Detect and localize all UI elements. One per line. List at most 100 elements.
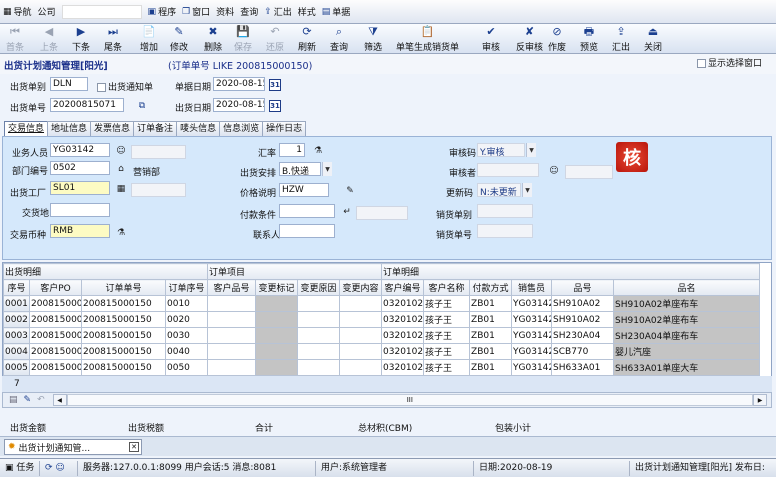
factory-input[interactable]: SL01: [50, 181, 110, 195]
audit-button[interactable]: ✔ 审核: [482, 25, 500, 54]
menu-summary[interactable]: ⇪ 汇出: [264, 5, 292, 19]
copy-icon[interactable]: ⧉: [136, 100, 148, 112]
table-cell[interactable]: 03201025: [381, 327, 425, 344]
void-button[interactable]: ⊘ 作废: [548, 25, 566, 54]
checkbox-box[interactable]: [97, 83, 106, 92]
table-cell[interactable]: 孩子王: [423, 359, 471, 376]
table-cell[interactable]: YG03142: [511, 295, 553, 312]
menu-company[interactable]: 公司: [38, 5, 56, 18]
table-cell[interactable]: SH910A02单座布车: [613, 295, 761, 312]
table-cell[interactable]: 0010: [164, 295, 209, 312]
table-cell[interactable]: 孩子王: [423, 311, 471, 328]
table-cell[interactable]: [255, 327, 299, 344]
menu-single[interactable]: ▤ 单据: [322, 5, 351, 19]
table-cell[interactable]: ZB01: [469, 327, 513, 344]
table-cell[interactable]: 03201025: [381, 295, 425, 312]
column-header[interactable]: 品名: [613, 279, 761, 296]
table-cell[interactable]: [207, 359, 257, 376]
audit-code-input[interactable]: Y.审核: [477, 143, 525, 157]
filter-button[interactable]: ⧩ 筛选: [364, 25, 382, 54]
ship-type-input[interactable]: DLN: [50, 77, 88, 91]
undo-icon[interactable]: ↶: [37, 395, 45, 405]
tab-3[interactable]: 订单备注: [133, 121, 178, 136]
dept-icon[interactable]: ⌂: [115, 163, 127, 175]
ship-no-input[interactable]: 20200815071: [50, 98, 124, 112]
factory-icon[interactable]: ▦: [115, 183, 127, 195]
table-cell[interactable]: SH230A04单座布车: [613, 327, 761, 344]
table-cell[interactable]: [255, 359, 299, 376]
menu-window[interactable]: ❐ 窗口: [182, 5, 210, 19]
ship-arrange-input[interactable]: B.快递: [279, 162, 321, 176]
column-header[interactable]: 品号: [551, 279, 615, 296]
table-cell[interactable]: 200815000: [29, 343, 82, 360]
calendar-icon[interactable]: 31: [269, 100, 281, 112]
tab-0[interactable]: 交易信息: [4, 121, 49, 137]
table-row[interactable]: 00042008150002008150001500040 03201025孩子王…: [3, 343, 761, 360]
column-header[interactable]: 客户编号: [381, 279, 425, 296]
task-button[interactable]: ▣ 任务: [2, 461, 40, 476]
edit-button[interactable]: ✎ 修改: [170, 25, 188, 54]
update-code-input[interactable]: N:未更新: [477, 183, 521, 197]
scroll-right-button[interactable]: ▶: [753, 394, 767, 406]
currency-input[interactable]: RMB: [50, 224, 110, 238]
table-cell[interactable]: ZB01: [469, 343, 513, 360]
calendar-icon[interactable]: 31: [269, 79, 281, 91]
menu-data[interactable]: 资料: [216, 5, 234, 18]
table-cell[interactable]: 200815000150: [81, 343, 166, 360]
table-cell[interactable]: 200815000: [29, 359, 82, 376]
table-cell[interactable]: [207, 343, 257, 360]
table-cell[interactable]: 0030: [164, 327, 209, 344]
table-cell[interactable]: [339, 343, 383, 360]
table-cell[interactable]: 03201025: [381, 359, 425, 376]
table-cell[interactable]: 0005: [3, 359, 30, 376]
chevron-down-icon[interactable]: ▼: [522, 183, 532, 197]
prev-button[interactable]: ◀ 上条: [40, 25, 58, 54]
table-cell[interactable]: SH230A04: [551, 327, 615, 344]
refresh-button[interactable]: ⟳ 刷新: [298, 25, 316, 54]
save-button[interactable]: 💾 保存: [234, 25, 252, 54]
table-cell[interactable]: 0003: [3, 327, 30, 344]
column-header[interactable]: 变更内容: [339, 279, 383, 296]
column-header[interactable]: 订单单号: [81, 279, 166, 296]
table-cell[interactable]: [207, 311, 257, 328]
table-cell[interactable]: YG03142: [511, 327, 553, 344]
restore-button[interactable]: ↶ 还原: [266, 25, 284, 54]
table-cell[interactable]: SH910A02单座布车: [613, 311, 761, 328]
sales-no-input[interactable]: [477, 224, 533, 238]
delivery-input[interactable]: [50, 203, 110, 217]
table-row[interactable]: 00052008150002008150001500050 03201025孩子王…: [3, 359, 761, 376]
salesman-input[interactable]: YG03142: [50, 143, 110, 157]
delete-button[interactable]: ✖ 删除: [204, 25, 222, 54]
edit-icon[interactable]: ✎: [344, 185, 356, 197]
table-cell[interactable]: 200815000150: [81, 295, 166, 312]
table-cell[interactable]: [207, 327, 257, 344]
coin-icon[interactable]: ⚗: [115, 227, 127, 239]
table-cell[interactable]: 200815000: [29, 295, 82, 312]
column-header[interactable]: 变更标记: [255, 279, 299, 296]
table-cell[interactable]: [297, 343, 341, 360]
table-cell[interactable]: 0001: [3, 295, 30, 312]
tab-5[interactable]: 信息浏览: [219, 121, 264, 136]
page-icon[interactable]: ▤: [9, 395, 18, 405]
table-cell[interactable]: [207, 295, 257, 312]
column-header[interactable]: 变更原因: [297, 279, 341, 296]
query-button[interactable]: ⌕ 查询: [330, 25, 348, 54]
table-cell[interactable]: ZB01: [469, 295, 513, 312]
column-header[interactable]: 客户PO: [29, 279, 82, 296]
table-row[interactable]: 00012008150002008150001500010 03201025孩子王…: [3, 295, 761, 312]
tab-4[interactable]: 唛头信息: [176, 121, 221, 136]
table-cell[interactable]: 0002: [3, 311, 30, 328]
table-cell[interactable]: SCB770: [551, 343, 615, 360]
table-cell[interactable]: [297, 311, 341, 328]
table-cell[interactable]: [339, 359, 383, 376]
column-header[interactable]: 订单序号: [164, 279, 209, 296]
table-cell[interactable]: 200815000: [29, 327, 82, 344]
table-cell[interactable]: 0050: [164, 359, 209, 376]
table-cell[interactable]: 孩子王: [423, 343, 471, 360]
close-icon[interactable]: ✕: [129, 442, 139, 452]
tab-1[interactable]: 地址信息: [47, 121, 92, 136]
table-cell[interactable]: [339, 327, 383, 344]
auditor-input[interactable]: [477, 163, 539, 177]
first-button[interactable]: ⏮ 首条: [6, 25, 24, 54]
pay-input[interactable]: [279, 204, 335, 218]
